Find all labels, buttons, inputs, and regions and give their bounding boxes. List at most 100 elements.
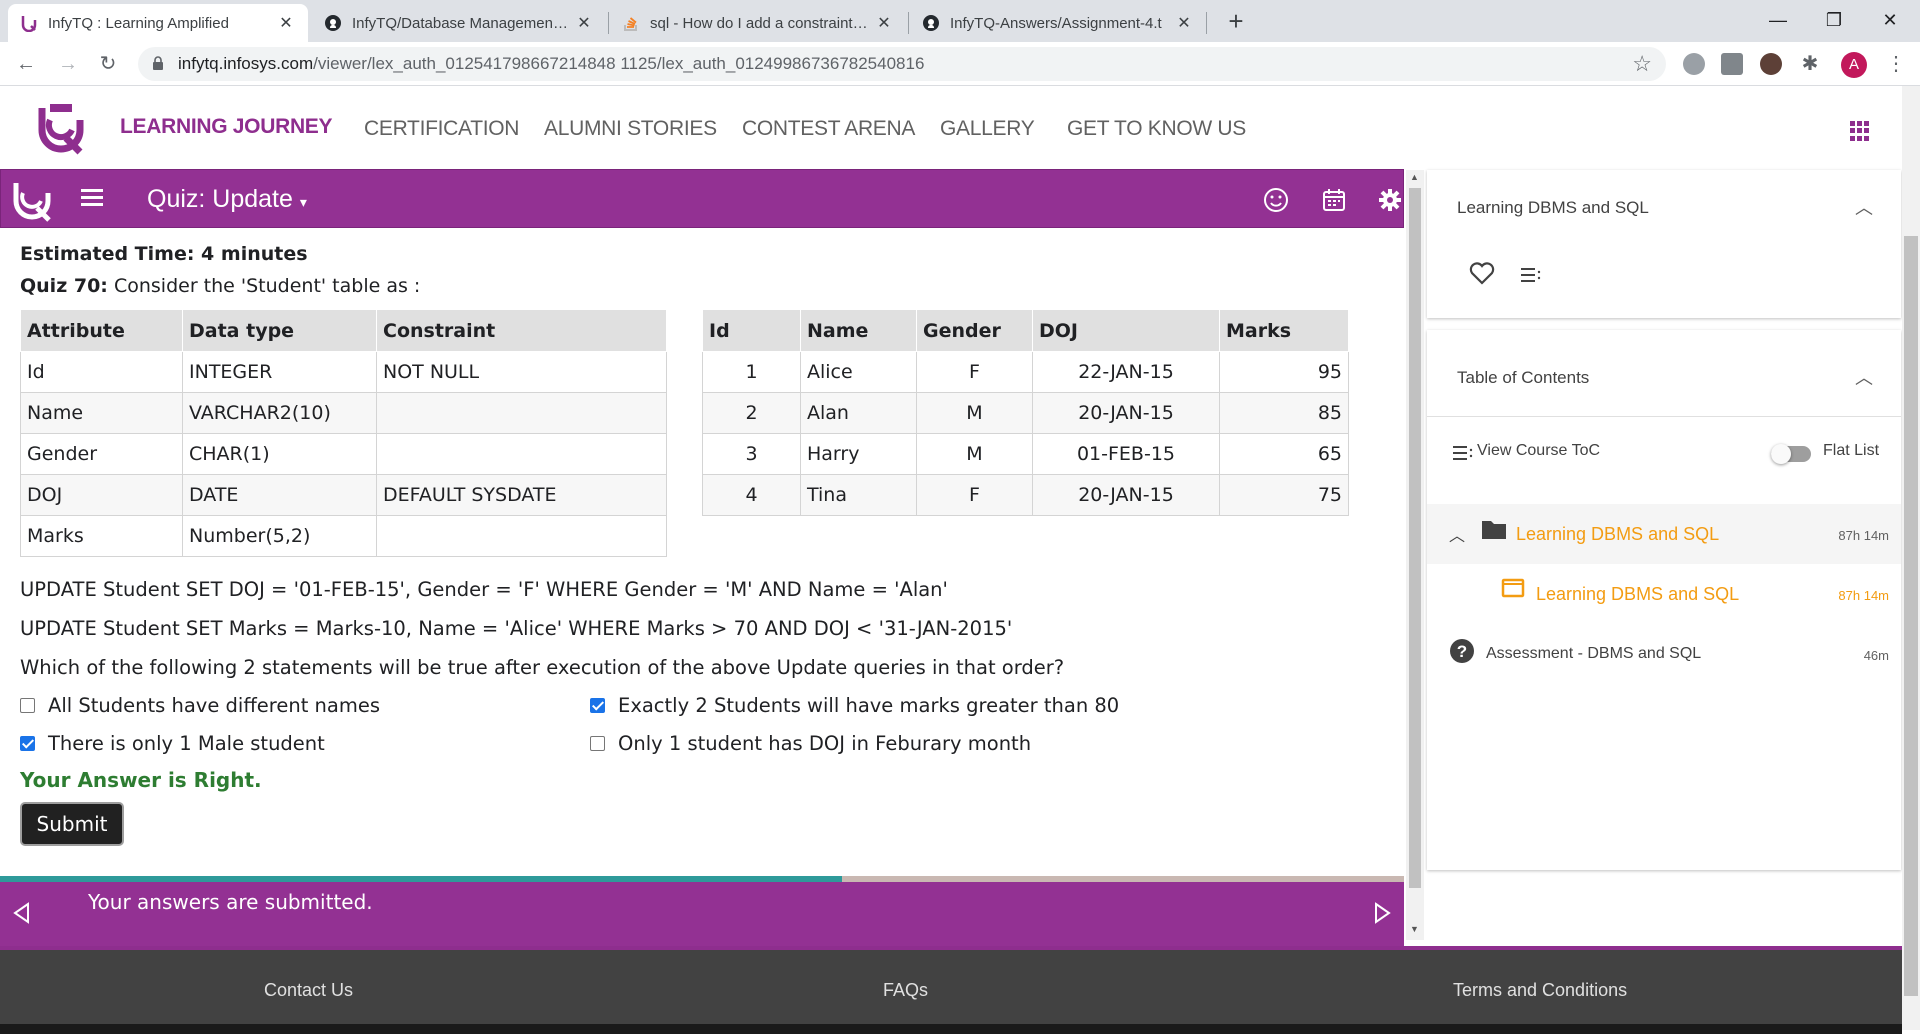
submit-button[interactable]: Submit <box>20 802 124 846</box>
option-checkbox[interactable] <box>590 698 605 713</box>
contact-us-link[interactable]: Contact Us <box>264 980 353 1001</box>
table-cell: Id <box>20 351 183 393</box>
tab-stackoverflow[interactable]: sql - How do I add a constraint to ✕ <box>610 4 906 42</box>
new-tab-button[interactable]: + <box>1220 6 1252 38</box>
flat-list-toggle[interactable] <box>1771 444 1811 464</box>
faqs-link[interactable]: FAQs <box>883 980 928 1001</box>
extensions-puzzle-icon[interactable]: ✱ <box>1799 53 1821 75</box>
heart-favorite-icon[interactable] <box>1469 262 1495 286</box>
github-icon <box>324 14 342 32</box>
table-row: Marks Number(5,2) <box>20 515 667 557</box>
page-scrollbar[interactable] <box>1902 86 1920 1030</box>
playlist-icon[interactable] <box>1519 266 1543 284</box>
table-cell: Harry <box>800 433 917 475</box>
tab-title: InfyTQ : Learning Amplified <box>48 14 229 32</box>
tab-separator <box>1206 12 1207 34</box>
tab-close-icon[interactable]: ✕ <box>1174 13 1194 33</box>
table-cell: Alan <box>800 392 917 434</box>
forward-button[interactable]: → <box>54 50 82 78</box>
smiley-feedback-icon[interactable] <box>1262 186 1290 214</box>
table-cell: INTEGER <box>182 351 377 393</box>
calendar-icon[interactable] <box>1320 186 1348 214</box>
table-cell: 65 <box>1219 433 1349 475</box>
option-2[interactable]: Exactly 2 Students will have marks great… <box>590 694 1119 717</box>
toc-item-duration: 46m <box>1863 648 1889 663</box>
table-cell <box>376 433 667 475</box>
collapse-chevron-icon[interactable]: ︿ <box>1855 194 1873 220</box>
previous-arrow-icon[interactable] <box>12 901 32 925</box>
tab-github-dbms[interactable]: InfyTQ/Database Management Sy ✕ <box>312 4 606 42</box>
settings-gear-icon[interactable] <box>1376 186 1404 214</box>
toc-item-module[interactable]: Learning DBMS and SQL 87h 14m <box>1427 564 1901 624</box>
infytq-small-logo[interactable] <box>11 178 53 222</box>
infytq-logo[interactable] <box>36 102 86 156</box>
quiz-title[interactable]: Quiz: Update ▾ <box>147 185 307 214</box>
tab-github-answers[interactable]: InfyTQ-Answers/Assignment-4.t ✕ <box>910 4 1206 42</box>
table-cell: F <box>916 351 1033 393</box>
apps-grid-icon[interactable] <box>1850 121 1870 141</box>
option-1[interactable]: All Students have different names <box>20 694 380 717</box>
table-cell: Alice <box>800 351 917 393</box>
quiz-scrollbar[interactable]: ▲ ▼ <box>1406 170 1424 940</box>
toc-item-assessment[interactable]: ? Assessment - DBMS and SQL 46m <box>1427 624 1901 684</box>
nav-get-to-know-us[interactable]: GET TO KNOW US <box>1067 117 1246 141</box>
tab-close-icon[interactable]: ✕ <box>574 13 594 33</box>
column-header: Name <box>800 309 917 352</box>
extension-gear-icon[interactable] <box>1683 53 1705 75</box>
tab-close-icon[interactable]: ✕ <box>874 13 894 33</box>
nav-certification[interactable]: CERTIFICATION <box>364 117 519 141</box>
extension-pdf-icon[interactable] <box>1721 53 1743 75</box>
bookmark-star-icon[interactable]: ☆ <box>1632 51 1652 77</box>
hamburger-menu-icon[interactable] <box>81 189 103 207</box>
terms-link[interactable]: Terms and Conditions <box>1453 980 1627 1001</box>
option-4[interactable]: Only 1 student has DOJ in Feburary month <box>590 732 1031 755</box>
tab-infytq[interactable]: InfyTQ : Learning Amplified ✕ <box>8 4 308 42</box>
question-number: Quiz 70: <box>20 275 108 297</box>
table-cell: 01-FEB-15 <box>1032 433 1220 475</box>
address-bar[interactable]: infytq.infosys.com/viewer/lex_auth_01254… <box>138 47 1666 81</box>
quiz-header-bar: Quiz: Update ▾ <box>0 169 1404 228</box>
table-cell: 20-JAN-15 <box>1032 474 1220 516</box>
next-arrow-icon[interactable] <box>1372 901 1392 925</box>
page-footer: Contact Us FAQs Terms and Conditions <box>0 946 1902 1034</box>
expand-chevron-icon[interactable]: ︿ <box>1449 522 1465 546</box>
view-course-toc-link[interactable]: View Course ToC <box>1477 442 1600 460</box>
restore-window-button[interactable]: ❐ <box>1804 0 1864 40</box>
list-icon <box>1453 446 1473 460</box>
table-row: 3 Harry M 01-FEB-15 65 <box>702 433 1349 475</box>
extension-profile-icon[interactable] <box>1760 53 1782 75</box>
stackoverflow-icon <box>622 14 640 32</box>
tab-close-icon[interactable]: ✕ <box>276 13 296 33</box>
option-3[interactable]: There is only 1 Male student <box>20 732 325 755</box>
nav-alumni-stories[interactable]: ALUMNI STORIES <box>544 117 717 141</box>
close-window-button[interactable]: ✕ <box>1860 0 1920 40</box>
nav-contest-arena[interactable]: CONTEST ARENA <box>742 117 915 141</box>
scroll-down-icon[interactable]: ▼ <box>1410 924 1419 934</box>
column-header: Id <box>702 309 801 352</box>
nav-gallery[interactable]: GALLERY <box>940 117 1035 141</box>
table-row: 2 Alan M 20-JAN-15 85 <box>702 392 1349 434</box>
reload-button[interactable]: ↻ <box>94 50 122 78</box>
toc-item-course[interactable]: ︿ Learning DBMS and SQL 87h 14m <box>1427 504 1901 564</box>
profile-avatar[interactable]: A <box>1841 52 1867 78</box>
site-header: LEARNING JOURNEY CERTIFICATION ALUMNI ST… <box>0 86 1920 170</box>
toc-title: Table of Contents <box>1457 368 1590 387</box>
scrollbar-thumb[interactable] <box>1409 188 1421 888</box>
option-checkbox[interactable] <box>590 736 605 751</box>
minimize-window-button[interactable]: — <box>1748 0 1808 40</box>
nav-learning-journey[interactable]: LEARNING JOURNEY <box>120 115 333 139</box>
collapse-chevron-icon[interactable]: ︿ <box>1855 364 1873 390</box>
url-path: /viewer/lex_auth_012541798667214848 1125… <box>313 54 925 73</box>
option-label: Only 1 student has DOJ in Feburary month <box>618 732 1032 755</box>
toc-item-label: Learning DBMS and SQL <box>1536 584 1740 604</box>
option-checkbox[interactable] <box>20 736 35 751</box>
scrollbar-thumb[interactable] <box>1904 236 1918 996</box>
browser-tab-bar: InfyTQ : Learning Amplified ✕ InfyTQ/Dat… <box>0 0 1920 42</box>
table-cell: 20-JAN-15 <box>1032 392 1220 434</box>
browser-menu-icon[interactable]: ⋮ <box>1886 51 1906 76</box>
back-button[interactable]: ← <box>12 50 40 78</box>
scroll-up-icon[interactable]: ▲ <box>1410 172 1419 182</box>
table-row: 4 Tina F 20-JAN-15 75 <box>702 474 1349 516</box>
option-checkbox[interactable] <box>20 698 35 713</box>
tab-separator <box>908 12 909 34</box>
